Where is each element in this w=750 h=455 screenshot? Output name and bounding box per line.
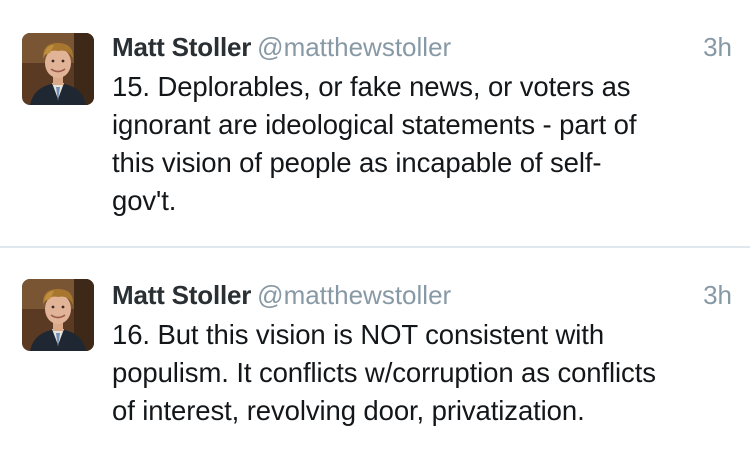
timestamp[interactable]: 3h — [703, 278, 732, 312]
profile-photo-icon — [22, 279, 94, 351]
tweet-timeline: Matt Stoller @matthewstoller 3h 15. Deplo… — [0, 0, 750, 455]
tweet-header: Matt Stoller @matthewstoller 3h — [112, 30, 732, 64]
timestamp[interactable]: 3h — [703, 30, 732, 64]
tweet-item[interactable]: Matt Stoller @matthewstoller 3h 16. But t… — [0, 248, 750, 455]
author-handle[interactable]: @matthewstoller — [257, 280, 451, 310]
author-handle[interactable]: @matthewstoller — [257, 32, 451, 62]
author-name[interactable]: Matt Stoller — [112, 280, 251, 310]
tweet-text: 15. Deplorables, or fake news, or voters… — [112, 71, 637, 216]
tweet-header: Matt Stoller @matthewstoller 3h — [112, 278, 732, 312]
author-name[interactable]: Matt Stoller — [112, 32, 251, 62]
avatar[interactable] — [22, 279, 94, 351]
avatar[interactable] — [22, 33, 94, 105]
tweet-text: 16. But this vision is NOT consistent wi… — [112, 319, 656, 426]
tweet-item[interactable]: Matt Stoller @matthewstoller 3h 15. Deplo… — [0, 0, 750, 248]
profile-photo-icon — [22, 33, 94, 105]
